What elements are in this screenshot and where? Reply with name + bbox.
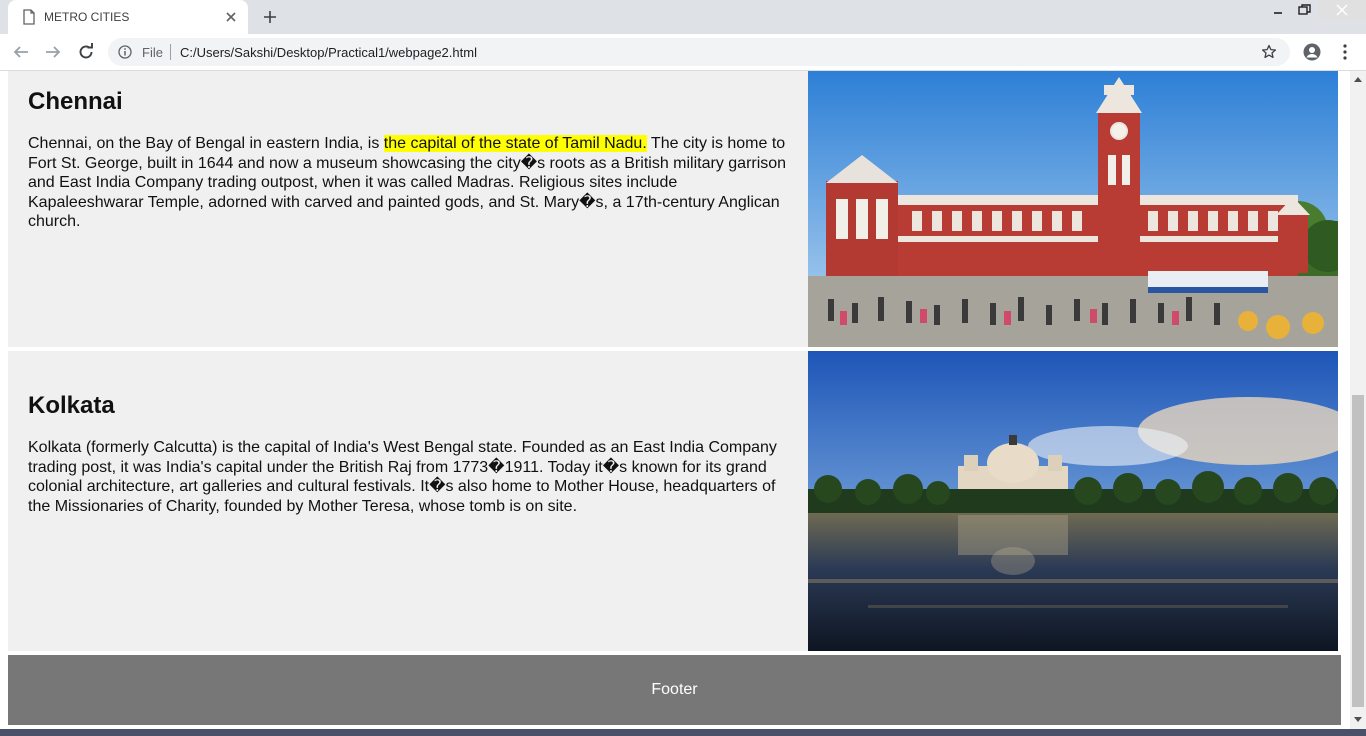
- restore-icon[interactable]: [1296, 3, 1312, 17]
- page-icon: [23, 9, 35, 25]
- reload-icon[interactable]: [77, 43, 95, 61]
- minimize-icon[interactable]: [1270, 4, 1286, 16]
- profile-avatar-icon[interactable]: [1303, 43, 1321, 61]
- kolkata-section: Kolkata Kolkata (formerly Calcutta) is t…: [8, 351, 808, 651]
- footer-text: Footer: [651, 681, 698, 698]
- chennai-highlight: the capital of the state of Tamil Nadu.: [383, 135, 647, 152]
- forward-arrow-icon[interactable]: [44, 43, 62, 61]
- tab-metro-cities[interactable]: METRO CITIES: [8, 0, 248, 34]
- bookmark-star-icon[interactable]: [1261, 44, 1277, 60]
- kolkata-description: Kolkata (formerly Calcutta) is the capit…: [28, 439, 777, 515]
- tab-strip: METRO CITIES: [0, 0, 1366, 34]
- new-tab-icon[interactable]: [262, 9, 278, 25]
- chennai-description: Chennai, on the Bay of Bengal in eastern…: [28, 134, 793, 232]
- vertical-scrollbar[interactable]: [1350, 71, 1366, 729]
- chennai-central-photo: [808, 71, 1338, 347]
- info-icon[interactable]: [118, 45, 132, 59]
- close-window-button[interactable]: [1318, 0, 1366, 19]
- url-scheme-label: File: [142, 45, 163, 60]
- victoria-memorial-photo: [808, 351, 1338, 651]
- omnibox-divider: [170, 44, 171, 60]
- chennai-text-start: Chennai, on the Bay of Bengal in eastern…: [28, 135, 384, 152]
- page-viewport: Chennai Chennai, on the Bay of Bengal in…: [0, 71, 1350, 729]
- scroll-down-arrow-icon[interactable]: [1354, 717, 1362, 723]
- page-footer: Footer: [8, 655, 1341, 725]
- close-window-icon: [1336, 4, 1348, 16]
- browser-toolbar: File C:/Users/Sakshi/Desktop/Practical1/…: [0, 34, 1366, 71]
- back-arrow-icon[interactable]: [12, 43, 30, 61]
- kolkata-heading: Kolkata: [28, 392, 115, 419]
- chennai-heading: Chennai: [28, 88, 123, 115]
- os-taskbar: [0, 729, 1366, 736]
- tab-title: METRO CITIES: [44, 10, 130, 24]
- url-text[interactable]: C:/Users/Sakshi/Desktop/Practical1/webpa…: [180, 45, 477, 60]
- kebab-menu-icon[interactable]: [1338, 43, 1352, 61]
- scrollbar-thumb[interactable]: [1352, 395, 1364, 707]
- close-tab-icon[interactable]: [224, 10, 238, 24]
- address-bar[interactable]: File C:/Users/Sakshi/Desktop/Practical1/…: [108, 38, 1290, 66]
- chennai-section: Chennai Chennai, on the Bay of Bengal in…: [8, 71, 808, 347]
- scroll-up-arrow-icon[interactable]: [1354, 76, 1362, 82]
